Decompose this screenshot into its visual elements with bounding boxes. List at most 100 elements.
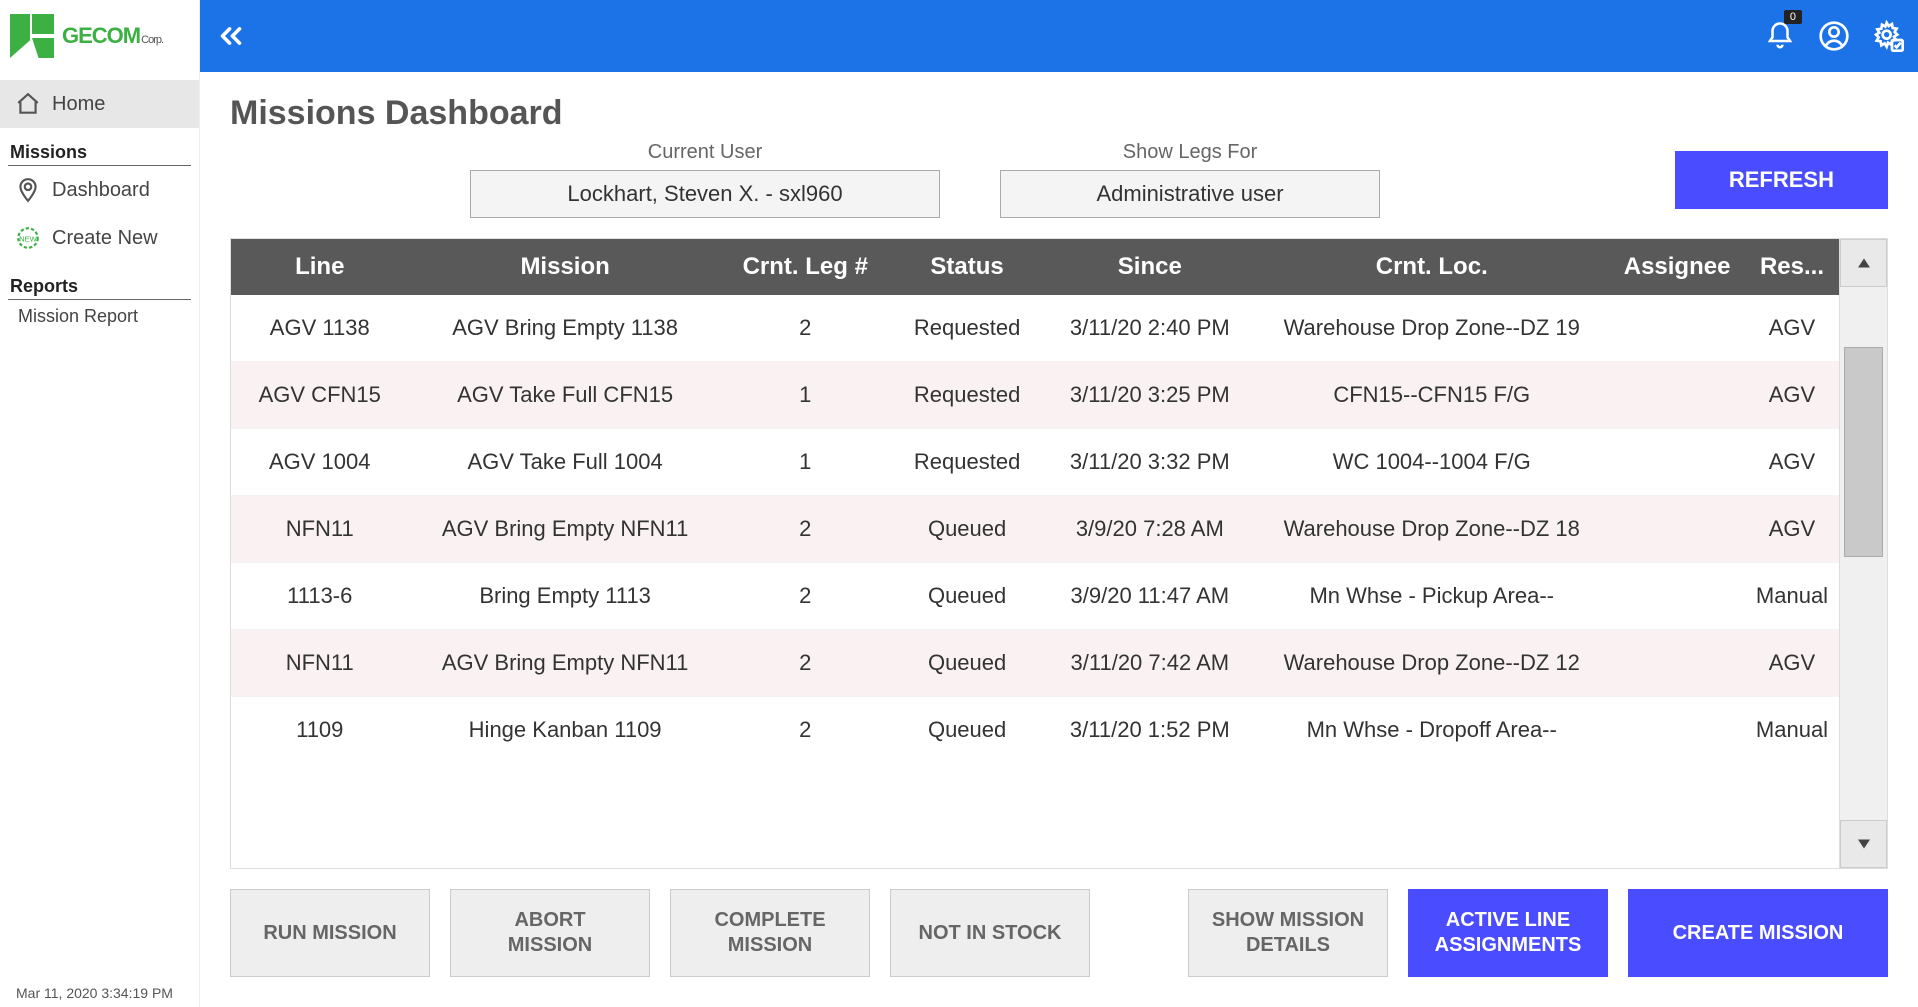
col-crnt-leg[interactable]: Crnt. Leg # <box>722 239 889 295</box>
cell-line: NFN11 <box>231 630 409 697</box>
vertical-scrollbar[interactable] <box>1839 239 1887 868</box>
cell-since: 3/9/20 7:28 AM <box>1045 496 1254 563</box>
cell-leg: 2 <box>722 630 889 697</box>
cell-mission: Hinge Kanban 1109 <box>409 697 722 764</box>
scroll-down-button[interactable] <box>1840 820 1887 868</box>
home-icon <box>14 90 42 118</box>
cell-line: AGV CFN15 <box>231 362 409 429</box>
col-mission[interactable]: Mission <box>409 239 722 295</box>
table-row[interactable]: NFN11AGV Bring Empty NFN112Queued3/11/20… <box>231 630 1839 697</box>
not-in-stock-button[interactable]: NOT IN STOCK <box>890 889 1090 977</box>
cell-since: 3/11/20 7:42 AM <box>1045 630 1254 697</box>
cell-mission: AGV Take Full CFN15 <box>409 362 722 429</box>
user-button[interactable] <box>1818 20 1850 52</box>
cell-line: AGV 1004 <box>231 429 409 496</box>
table-row[interactable]: AGV 1004AGV Take Full 10041Requested3/11… <box>231 429 1839 496</box>
filters: Current User Lockhart, Steven X. - sxl96… <box>230 141 1888 218</box>
content: Missions Dashboard Current User Lockhart… <box>200 72 1918 1007</box>
logo-mark-icon <box>10 14 54 58</box>
triangle-up-icon <box>1855 254 1873 272</box>
cell-loc: Mn Whse - Pickup Area-- <box>1254 563 1609 630</box>
logo: GECOMCorp. <box>0 0 199 72</box>
cell-line: AGV 1138 <box>231 295 409 362</box>
missions-table: Line Mission Crnt. Leg # Status Since Cr… <box>231 239 1839 763</box>
col-crnt-loc[interactable]: Crnt. Loc. <box>1254 239 1609 295</box>
cell-assignee <box>1609 630 1745 697</box>
cell-mission: AGV Bring Empty NFN11 <box>409 630 722 697</box>
cell-loc: Warehouse Drop Zone--DZ 19 <box>1254 295 1609 362</box>
cell-res: AGV <box>1745 496 1839 563</box>
topbar: 0 <box>200 0 1918 72</box>
col-res[interactable]: Res... <box>1745 239 1839 295</box>
scrollbar-track[interactable] <box>1840 287 1887 820</box>
active-line-assignments-button[interactable]: ACTIVE LINE ASSIGNMENTS <box>1408 889 1608 977</box>
cell-line: 1113-6 <box>231 563 409 630</box>
table-row[interactable]: AGV 1138AGV Bring Empty 11382Requested3/… <box>231 295 1839 362</box>
cell-status: Queued <box>889 563 1046 630</box>
table-row[interactable]: AGV CFN15AGV Take Full CFN151Requested3/… <box>231 362 1839 429</box>
cell-assignee <box>1609 563 1745 630</box>
nav-create-new[interactable]: NEW Create New <box>0 214 199 262</box>
cell-res: Manual <box>1745 563 1839 630</box>
gear-check-icon <box>1872 20 1904 52</box>
col-status[interactable]: Status <box>889 239 1046 295</box>
col-since[interactable]: Since <box>1045 239 1254 295</box>
cell-status: Queued <box>889 697 1046 764</box>
cell-leg: 2 <box>722 496 889 563</box>
current-user-label: Current User <box>648 141 762 164</box>
nav-section-reports: Reports <box>8 270 191 300</box>
abort-mission-button[interactable]: ABORT MISSION <box>450 889 650 977</box>
nav-dashboard-label: Dashboard <box>52 179 150 202</box>
current-user-field[interactable]: Lockhart, Steven X. - sxl960 <box>470 170 940 218</box>
cell-assignee <box>1609 362 1745 429</box>
col-assignee[interactable]: Assignee <box>1609 239 1745 295</box>
table-row[interactable]: NFN11AGV Bring Empty NFN112Queued3/9/20 … <box>231 496 1839 563</box>
scrollbar-thumb[interactable] <box>1844 347 1883 557</box>
run-mission-button[interactable]: RUN MISSION <box>230 889 430 977</box>
scroll-up-button[interactable] <box>1840 239 1887 287</box>
cell-res: AGV <box>1745 295 1839 362</box>
page-title: Missions Dashboard <box>230 94 1888 133</box>
bell-icon <box>1765 21 1795 51</box>
current-user-group: Current User Lockhart, Steven X. - sxl96… <box>470 141 940 218</box>
user-icon <box>1818 20 1850 52</box>
cell-since: 3/11/20 3:25 PM <box>1045 362 1254 429</box>
show-legs-field[interactable]: Administrative user <box>1000 170 1380 218</box>
nav-home-label: Home <box>52 93 105 116</box>
nav-home[interactable]: Home <box>0 80 199 128</box>
cell-mission: AGV Take Full 1004 <box>409 429 722 496</box>
cell-assignee <box>1609 496 1745 563</box>
cell-loc: WC 1004--1004 F/G <box>1254 429 1609 496</box>
create-mission-button[interactable]: CREATE MISSION <box>1628 889 1888 977</box>
show-mission-details-button[interactable]: SHOW MISSION DETAILS <box>1188 889 1388 977</box>
nav-section-missions: Missions <box>8 136 191 166</box>
footer-timestamp: Mar 11, 2020 3:34:19 PM <box>16 985 173 1001</box>
cell-leg: 1 <box>722 429 889 496</box>
nav-mission-report[interactable]: Mission Report <box>0 300 199 333</box>
cell-leg: 2 <box>722 295 889 362</box>
cell-line: NFN11 <box>231 496 409 563</box>
complete-mission-button[interactable]: COMPLETE MISSION <box>670 889 870 977</box>
cell-mission: Bring Empty 1113 <box>409 563 722 630</box>
settings-button[interactable] <box>1872 20 1904 52</box>
cell-since: 3/11/20 1:52 PM <box>1045 697 1254 764</box>
notifications-button[interactable]: 0 <box>1764 20 1796 52</box>
collapse-sidebar-button[interactable] <box>206 19 256 53</box>
refresh-button[interactable]: REFRESH <box>1675 151 1888 209</box>
triangle-down-icon <box>1855 835 1873 853</box>
cell-status: Requested <box>889 295 1046 362</box>
cell-loc: CFN15--CFN15 F/G <box>1254 362 1609 429</box>
logo-text: GECOMCorp. <box>62 23 163 49</box>
cell-assignee <box>1609 429 1745 496</box>
cell-loc: Warehouse Drop Zone--DZ 12 <box>1254 630 1609 697</box>
missions-table-wrap: Line Mission Crnt. Leg # Status Since Cr… <box>230 238 1888 869</box>
table-row[interactable]: 1109Hinge Kanban 11092Queued3/11/20 1:52… <box>231 697 1839 764</box>
notification-badge: 0 <box>1784 10 1802 24</box>
action-buttons: RUN MISSION ABORT MISSION COMPLETE MISSI… <box>230 869 1888 997</box>
pin-icon <box>14 176 42 204</box>
table-row[interactable]: 1113-6Bring Empty 11132Queued3/9/20 11:4… <box>231 563 1839 630</box>
cell-loc: Warehouse Drop Zone--DZ 18 <box>1254 496 1609 563</box>
cell-res: AGV <box>1745 429 1839 496</box>
col-line[interactable]: Line <box>231 239 409 295</box>
nav-dashboard[interactable]: Dashboard <box>0 166 199 214</box>
